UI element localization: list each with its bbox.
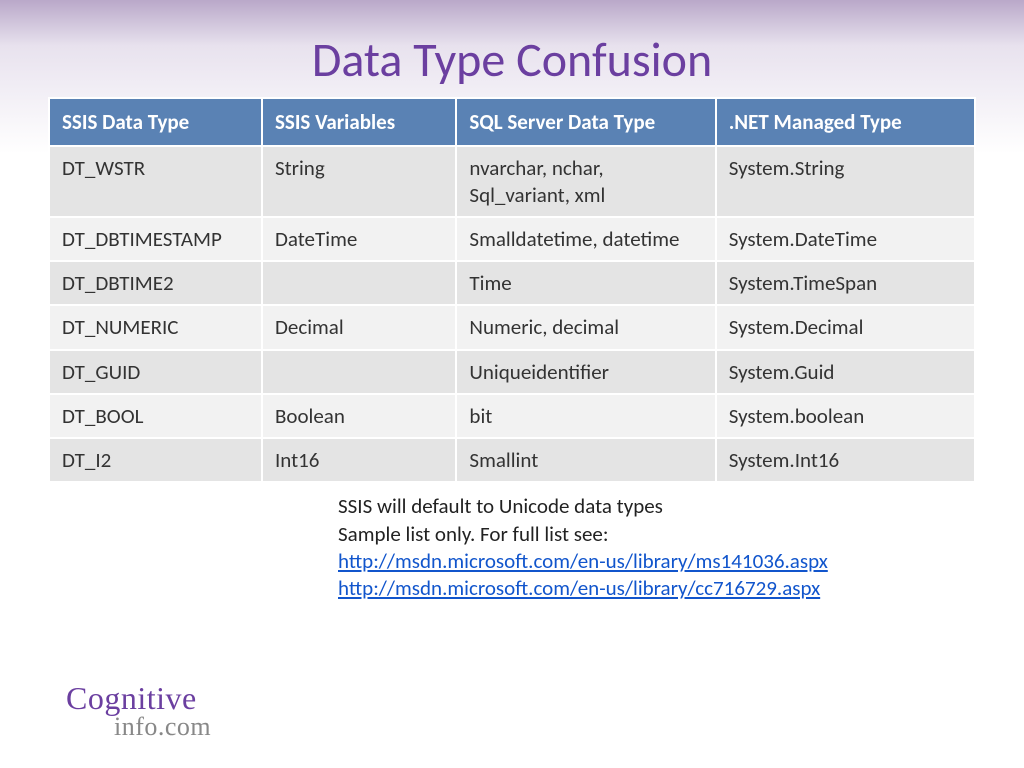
table-cell: Boolean	[262, 394, 456, 438]
table-cell: Numeric, decimal	[456, 305, 715, 349]
table-cell: DT_GUID	[49, 350, 262, 394]
slide-title: Data Type Confusion	[48, 30, 976, 89]
table-cell: System.TimeSpan	[716, 261, 975, 305]
table-cell: DateTime	[262, 217, 456, 261]
table-row: DT_WSTR String nvarchar, nchar, Sql_vari…	[49, 146, 975, 217]
table-row: DT_DBTIMESTAMP DateTime Smalldatetime, d…	[49, 217, 975, 261]
logo-line1: Cognitive	[66, 682, 211, 714]
note-line: SSIS will default to Unicode data types	[338, 493, 976, 520]
reference-link[interactable]: http://msdn.microsoft.com/en-us/library/…	[338, 575, 820, 601]
table-cell: Decimal	[262, 305, 456, 349]
table-cell: DT_DBTIME2	[49, 261, 262, 305]
table-cell: Smallint	[456, 438, 715, 482]
table-cell: Uniqueidentifier	[456, 350, 715, 394]
table-cell: System.DateTime	[716, 217, 975, 261]
table-cell: DT_NUMERIC	[49, 305, 262, 349]
footer-notes: SSIS will default to Unicode data types …	[338, 493, 976, 602]
table-row: DT_BOOL Boolean bit System.boolean	[49, 394, 975, 438]
table-cell: DT_WSTR	[49, 146, 262, 217]
table-header: SSIS Data Type	[49, 98, 262, 146]
table-cell: String	[262, 146, 456, 217]
table-header-row: SSIS Data Type SSIS Variables SQL Server…	[49, 98, 975, 146]
table-cell	[262, 261, 456, 305]
table-cell: DT_I2	[49, 438, 262, 482]
table-cell: nvarchar, nchar, Sql_variant, xml	[456, 146, 715, 217]
table-row: DT_I2 Int16 Smallint System.Int16	[49, 438, 975, 482]
table-cell: System.String	[716, 146, 975, 217]
table-header: SSIS Variables	[262, 98, 456, 146]
reference-link[interactable]: http://msdn.microsoft.com/en-us/library/…	[338, 548, 828, 574]
table-cell: System.boolean	[716, 394, 975, 438]
table-cell: Int16	[262, 438, 456, 482]
table-header: SQL Server Data Type	[456, 98, 715, 146]
table-cell	[262, 350, 456, 394]
table-row: DT_DBTIME2 Time System.TimeSpan	[49, 261, 975, 305]
table-cell: Time	[456, 261, 715, 305]
table-cell: System.Guid	[716, 350, 975, 394]
table-cell: Smalldatetime, datetime	[456, 217, 715, 261]
table-cell: bit	[456, 394, 715, 438]
table-cell: System.Decimal	[716, 305, 975, 349]
datatype-table: SSIS Data Type SSIS Variables SQL Server…	[48, 97, 976, 483]
table-cell: DT_BOOL	[49, 394, 262, 438]
table-cell: System.Int16	[716, 438, 975, 482]
logo-line2: info.com	[114, 714, 211, 740]
brand-logo: Cognitive info.com	[66, 682, 211, 740]
table-header: .NET Managed Type	[716, 98, 975, 146]
table-row: DT_NUMERIC Decimal Numeric, decimal Syst…	[49, 305, 975, 349]
note-line: Sample list only. For full list see:	[338, 521, 976, 548]
table-cell: DT_DBTIMESTAMP	[49, 217, 262, 261]
table-row: DT_GUID Uniqueidentifier System.Guid	[49, 350, 975, 394]
